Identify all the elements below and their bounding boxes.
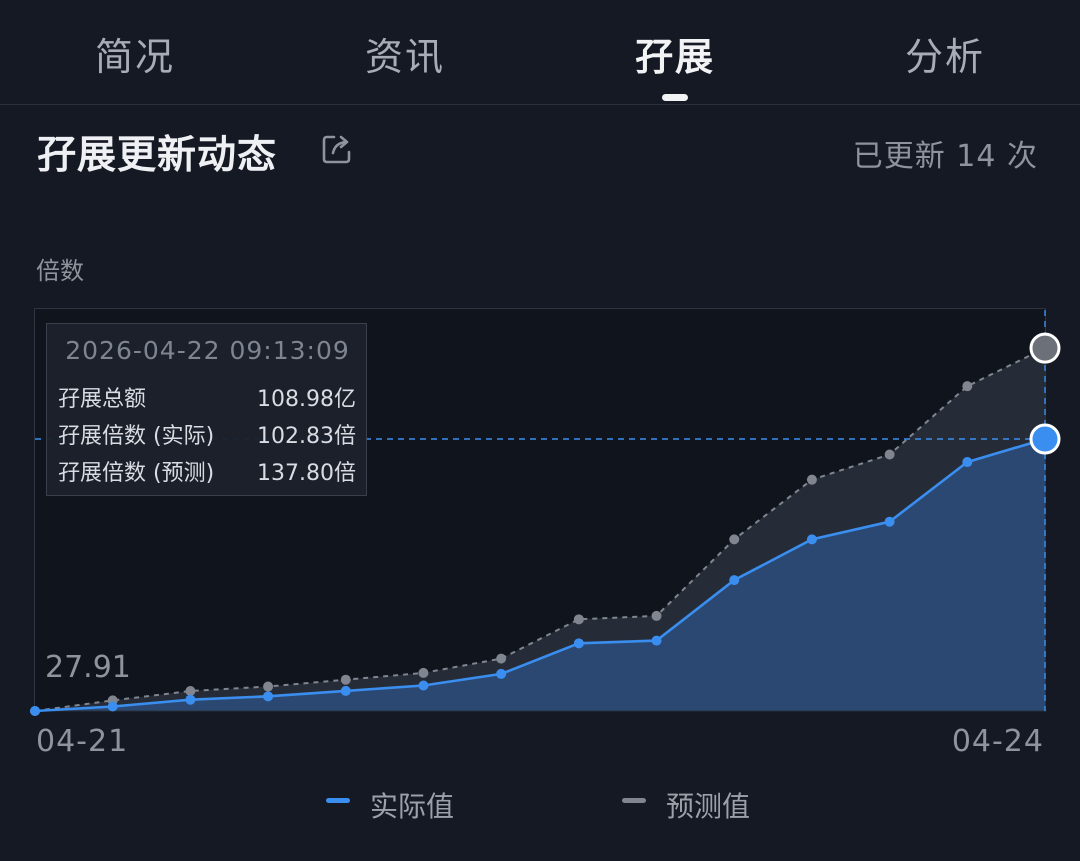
legend-swatch-forecast	[622, 798, 646, 803]
actual-point	[263, 691, 274, 702]
actual-point	[418, 680, 429, 691]
tooltip-row-total: 孖展总额 108.98亿	[58, 381, 356, 412]
legend-swatch-actual	[326, 798, 350, 803]
actual-point	[651, 635, 662, 646]
actual-point	[30, 706, 40, 716]
tooltip-value: 102.83倍	[257, 424, 356, 449]
actual-point	[729, 575, 740, 586]
min-value-label: 27.91	[45, 650, 131, 685]
actual-point	[107, 701, 118, 712]
x-tick-start: 04-21	[36, 724, 129, 759]
forecast-point	[263, 681, 274, 692]
tooltip-row-forecast: 孖展倍数 (预测) 137.80倍	[58, 455, 356, 486]
forecast-point	[418, 667, 429, 678]
tooltip-value: 108.98亿	[257, 387, 356, 412]
tooltip-label: 孖展倍数 (预测)	[58, 461, 215, 486]
forecast-point	[884, 449, 895, 460]
chart-tooltip: 2026-04-22 09:13:09 孖展总额 108.98亿 孖展倍数 (实…	[46, 323, 367, 496]
actual-point	[962, 457, 973, 468]
actual-point	[340, 685, 351, 696]
tooltip-datetime: 2026-04-22 09:13:09	[65, 336, 350, 365]
forecast-point	[496, 653, 507, 664]
forecast-point	[806, 474, 817, 485]
tooltip-value: 137.80倍	[257, 461, 356, 486]
actual-point	[496, 668, 507, 679]
actual-point	[185, 694, 196, 705]
actual-point	[806, 534, 817, 545]
x-tick-end: 04-24	[951, 724, 1044, 759]
forecast-point	[651, 610, 662, 621]
tooltip-label: 孖展倍数 (实际)	[58, 424, 215, 449]
actual-point	[573, 638, 584, 649]
forecast-point	[340, 674, 351, 685]
forecast-point-highlight	[1029, 332, 1061, 364]
legend-actual[interactable]: 实际值	[370, 785, 454, 825]
forecast-point	[185, 686, 196, 697]
actual-point	[884, 516, 895, 527]
forecast-point	[729, 534, 740, 545]
forecast-point	[573, 614, 584, 625]
legend-forecast[interactable]: 预测值	[666, 785, 750, 825]
tooltip-row-actual: 孖展倍数 (实际) 102.83倍	[58, 418, 356, 449]
forecast-point	[962, 381, 973, 392]
tooltip-label: 孖展总额	[58, 387, 147, 412]
actual-point-highlight	[1029, 423, 1061, 455]
